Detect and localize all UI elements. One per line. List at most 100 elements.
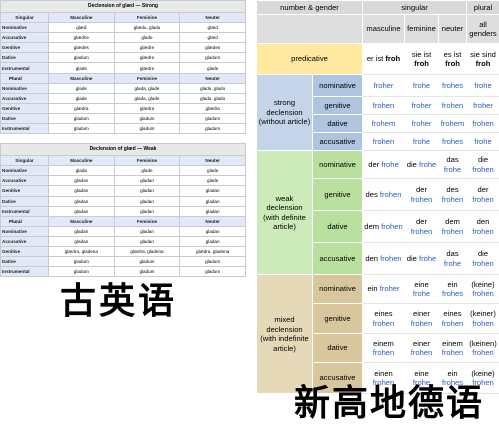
case-label: Nominative <box>1 83 49 93</box>
table-row: Genitiveglædraglædraglædra <box>1 103 246 113</box>
table-row: Dativegladangladangladan <box>1 196 246 206</box>
form-cell: gladum <box>49 124 115 134</box>
adjective-form-link[interactable]: frohen <box>472 289 494 298</box>
adjective-form-link[interactable]: frohen <box>411 348 433 357</box>
adjective-form-link[interactable]: frohe <box>381 160 398 169</box>
adjective-form-link[interactable]: frohen <box>472 119 494 128</box>
adjective-form-link[interactable]: frohen <box>442 195 464 204</box>
header-row-2: masculine feminine neuter all genders <box>257 15 499 44</box>
feminine-header: feminine <box>405 15 439 44</box>
form-cell: gladan <box>114 236 180 246</box>
adjective-form-link[interactable]: frohen <box>373 348 395 357</box>
form-cell: froher <box>363 75 405 97</box>
article-text: dem <box>364 222 381 231</box>
adjective-form-link[interactable]: froher <box>374 81 394 90</box>
form-cell: gladan <box>114 206 180 216</box>
form-cell: glade <box>114 166 180 176</box>
adjective-form-link[interactable]: froher <box>412 101 432 110</box>
adjective-form-link[interactable]: frohen <box>442 319 464 328</box>
adjective-form-link[interactable]: frohes <box>442 289 463 298</box>
adjective-form-link[interactable]: frohe <box>413 289 430 298</box>
form-cell: gladan <box>114 186 180 196</box>
adjective-form-link[interactable]: frohe <box>413 81 430 90</box>
form-cell: frohem <box>363 115 405 133</box>
article-text: einem <box>373 339 394 348</box>
form-cell: glade <box>180 63 246 73</box>
adjective-form-link[interactable]: frohen <box>472 319 494 328</box>
adjective-form-link[interactable]: frohe <box>419 160 436 169</box>
column-header: Singular <box>1 156 49 166</box>
case-label: Instrumental <box>1 124 49 134</box>
form-cell: gladum <box>180 124 246 134</box>
case-label: Nominative <box>1 23 49 33</box>
adjective-form-link[interactable]: frohen <box>411 227 433 236</box>
column-header: Neuter <box>180 156 246 166</box>
adjective-form-link[interactable]: frohen <box>373 319 395 328</box>
case-label: accusative <box>313 133 363 151</box>
form-cell: die frohe <box>405 151 439 179</box>
case-label: Accusative <box>1 93 49 103</box>
article-text: eines <box>374 309 392 318</box>
adjective-form-link[interactable]: frohe <box>474 81 491 90</box>
article-text: einem <box>442 339 463 348</box>
form-cell: gladan <box>114 226 180 236</box>
form-cell: eine frohe <box>405 275 439 304</box>
adjective-form-link[interactable]: frohe <box>474 137 491 146</box>
form-cell: das frohe <box>439 151 467 179</box>
form-cell: ein froher <box>363 275 405 304</box>
adjective-form-link[interactable]: froher <box>412 119 432 128</box>
adjective-form-link[interactable]: frohen <box>380 254 402 263</box>
adjective-form-link[interactable]: frohes <box>442 81 463 90</box>
form-cell: der frohen <box>405 211 439 243</box>
predicative-cell: es ist froh <box>439 44 467 75</box>
adjective-form-link[interactable]: frohen <box>442 348 464 357</box>
adjective-form-link[interactable]: froher <box>380 284 400 293</box>
adjective-form-link[interactable]: frohe <box>419 254 436 263</box>
adjective-form-link[interactable]: frohen <box>373 137 395 146</box>
article-text: (keiner) <box>470 309 496 318</box>
adjective-form-link[interactable]: frohen <box>411 319 433 328</box>
case-label: nominative <box>313 75 363 97</box>
article-text: einer <box>413 339 430 348</box>
adjective-form-link[interactable]: frohen <box>472 165 494 174</box>
table-row: Nominativegladangladangladan <box>1 226 246 236</box>
adjective-form-link[interactable]: frohe <box>444 165 461 174</box>
adjective-form-link[interactable]: frohen <box>442 227 464 236</box>
adjective-form-link[interactable]: frohe <box>413 137 430 146</box>
form-cell: (keiner) frohen <box>467 304 499 334</box>
form-cell: der frohen <box>405 179 439 211</box>
form-cell: das frohe <box>439 243 467 275</box>
predicative-cell: sie ist froh <box>405 44 439 75</box>
singular-header-row: SingularMasculineFeminineNeuter <box>1 156 246 166</box>
form-cell: ein frohes <box>439 275 467 304</box>
table-row: Accusativegladangladanglade <box>1 176 246 186</box>
adjective-form-link[interactable]: frohen <box>381 222 403 231</box>
adjective-form-link[interactable]: frohen <box>472 227 494 236</box>
adjective-form-link[interactable]: frohen <box>380 190 402 199</box>
form-cell: gladan <box>180 226 246 236</box>
form-cell: glædra <box>114 103 180 113</box>
article-text: des <box>446 185 458 194</box>
old-english-label: 古英语 <box>60 272 177 324</box>
form-cell: dem frohen <box>363 211 405 243</box>
form-cell: dem frohen <box>439 211 467 243</box>
case-label: Accusative <box>1 33 49 43</box>
adjective-form-link[interactable]: frohen <box>472 348 494 357</box>
adjective-form-link[interactable]: frohen <box>472 195 494 204</box>
adjective-form-link[interactable]: frohes <box>442 137 463 146</box>
adjective-form-link[interactable]: frohe <box>444 259 461 268</box>
form-cell: gladan <box>114 196 180 206</box>
form-cell: gladan <box>180 186 246 196</box>
adjective-form-link[interactable]: frohem <box>441 119 465 128</box>
form-cell: frohen <box>363 133 405 151</box>
adjective-form-link[interactable]: frohen <box>373 101 395 110</box>
column-header: Feminine <box>114 73 180 83</box>
adjective-form-link[interactable]: frohem <box>372 119 396 128</box>
adjective-form-link[interactable]: frohen <box>472 259 494 268</box>
form-cell: gladum <box>49 257 115 267</box>
adjective-form-link[interactable]: frohen <box>411 195 433 204</box>
article-text: die <box>407 254 419 263</box>
singular-header: singular <box>363 1 467 15</box>
adjective-form-link[interactable]: frohen <box>442 101 464 110</box>
adjective-form-link[interactable]: froher <box>473 101 493 110</box>
